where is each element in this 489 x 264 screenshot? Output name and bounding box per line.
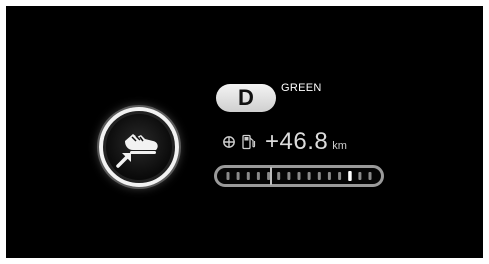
efficiency-segment <box>358 172 362 180</box>
target-icon <box>223 136 235 148</box>
eco-drive-indicator <box>99 107 179 187</box>
efficiency-segment <box>267 172 271 180</box>
efficiency-segment <box>226 172 230 180</box>
efficiency-center-marker <box>270 167 272 185</box>
efficiency-segment <box>307 172 311 180</box>
efficiency-segment <box>246 172 250 180</box>
gear-indicator: D <box>216 84 276 112</box>
efficiency-segment <box>297 172 301 180</box>
drive-mode-label: GREEN <box>281 82 322 94</box>
efficiency-segment-active <box>348 171 352 181</box>
efficiency-segment <box>317 172 321 180</box>
efficiency-segment <box>236 172 240 180</box>
efficiency-segment <box>287 172 291 180</box>
range-readout: +46.8 km <box>222 126 347 158</box>
efficiency-segment <box>256 172 260 180</box>
efficiency-segment <box>277 172 281 180</box>
fuel-pump-icon <box>242 134 256 150</box>
eco-shoe-icon <box>116 134 158 168</box>
efficiency-bar <box>214 165 384 187</box>
range-unit: km <box>332 140 347 152</box>
efficiency-bar-segments <box>226 167 372 185</box>
range-value: +46.8 <box>265 128 329 155</box>
efficiency-segment <box>327 172 331 180</box>
efficiency-segment <box>368 172 372 180</box>
efficiency-segment <box>338 172 342 180</box>
